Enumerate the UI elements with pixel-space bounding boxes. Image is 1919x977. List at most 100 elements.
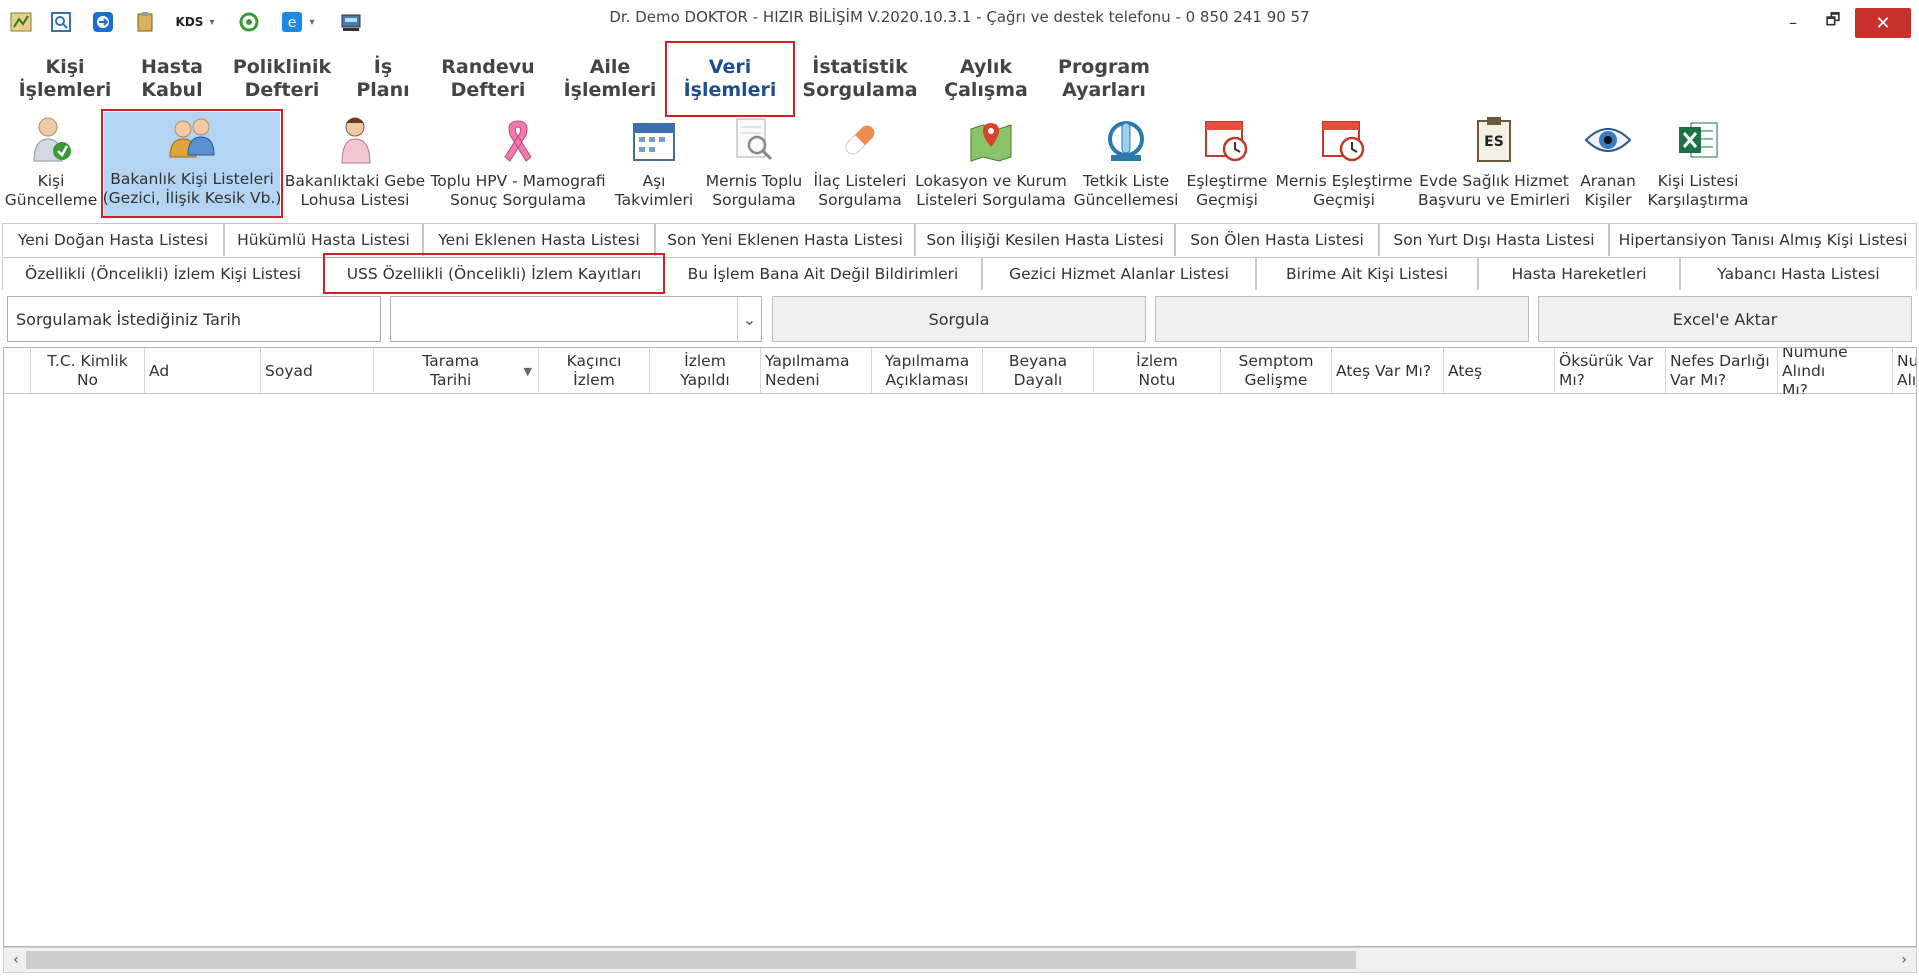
- scrollbar-thumb[interactable]: [26, 951, 1356, 969]
- column-header[interactable]: T.C. Kimlik No: [31, 348, 145, 394]
- data-grid[interactable]: T.C. Kimlik No Ad Soyad Tarama Tarihi ▼ K…: [3, 347, 1917, 947]
- horizontal-scrollbar[interactable]: ‹ ›: [3, 947, 1917, 973]
- menu-label: İstatistik: [812, 56, 908, 78]
- column-label: Mı?: [1782, 380, 1808, 395]
- tab-hukumlu-hasta-listesi[interactable]: Hükümlü Hasta Listesi: [224, 223, 423, 256]
- menu-kisi-islemleri[interactable]: Kişi İşlemleri: [18, 52, 112, 106]
- tab-son-yurt-disi-hasta-listesi[interactable]: Son Yurt Dışı Hasta Listesi: [1379, 223, 1609, 256]
- menu-label: Kişi: [45, 56, 85, 78]
- ribbon-mernis-eslestirme-gecmisi[interactable]: Mernis Eşleştirme Geçmişi: [1275, 114, 1413, 214]
- column-label: Yapılmama: [884, 352, 970, 370]
- column-label: Ateş Var Mı?: [1336, 361, 1432, 380]
- tab-bu-islem-bana-ait-degil[interactable]: Bu İşlem Bana Ait Değil Bildirimleri: [664, 257, 982, 290]
- column-label: Yapıldı: [680, 371, 730, 389]
- menu-is-plani[interactable]: İş Planı: [352, 52, 414, 106]
- tab-son-ilisigi-kesilen-hasta-listesi[interactable]: Son İlişiği Kesilen Hasta Listesi: [915, 223, 1175, 256]
- ribbon-bakanliktaki-gebe[interactable]: Bakanlıktaki Gebe Lohusa Listesi: [285, 114, 425, 214]
- column-header[interactable]: Ad: [145, 348, 261, 394]
- excel-icon: [1672, 114, 1724, 166]
- menu-label: Kabul: [141, 79, 203, 101]
- column-header[interactable]: Ateş: [1444, 348, 1555, 394]
- column-header[interactable]: Semptom Gelişme: [1221, 348, 1332, 394]
- menu-randevu-defteri[interactable]: Randevu Defteri: [436, 52, 540, 106]
- column-header-sorted[interactable]: Tarama Tarihi ▼: [374, 348, 539, 394]
- menu-aylik-calisma[interactable]: Aylık Çalışma: [938, 52, 1034, 106]
- tab-son-olen-hasta-listesi[interactable]: Son Ölen Hasta Listesi: [1175, 223, 1379, 256]
- ribbon-toplu-hpv[interactable]: Toplu HPV - Mamografi Sonuç Sorgulama: [430, 114, 606, 214]
- tab-son-yeni-eklenen-hasta-listesi[interactable]: Son Yeni Eklenen Hasta Listesi: [655, 223, 915, 256]
- es-label: ES: [1484, 134, 1504, 150]
- ribbon-evde-saglik[interactable]: ES Evde Sağlık Hizmet Başvuru ve Emirleri: [1418, 114, 1570, 214]
- ribbon-ilac-listeleri[interactable]: İlaç Listeleri Sorgulama: [814, 114, 907, 214]
- tab-uss-ozellikli-izlem-kayitlari[interactable]: USS Özellikli (Öncelikli) İzlem Kayıtlar…: [324, 257, 664, 290]
- column-header[interactable]: İzlem Notu: [1094, 348, 1221, 394]
- column-header[interactable]: Soyad: [261, 348, 374, 394]
- ribbon-bakanlik-kisi-listeleri[interactable]: Bakanlık Kişi Listeleri (Gezici, İlişik K…: [103, 112, 281, 216]
- ribbon-eslestirme-gecmisi[interactable]: Eşleştirme Geçmişi: [1186, 114, 1268, 214]
- ribbon-label: Kişi Listesi: [1657, 172, 1739, 190]
- column-label: Alın: [1897, 371, 1917, 389]
- column-label: İzlem: [1136, 352, 1178, 370]
- ribbon-asi-takvimleri[interactable]: Aşı Takvimleri: [614, 114, 694, 214]
- tab-ozellikli-izlem-kisi-listesi[interactable]: Özellikli (Öncelikli) İzlem Kişi Listesi: [2, 257, 324, 290]
- column-header[interactable]: İzlem Yapıldı: [650, 348, 761, 394]
- ribbon-label: Lokasyon ve Kurum: [915, 172, 1067, 190]
- menu-istatistik-sorgulama[interactable]: İstatistik Sorgulama: [800, 52, 920, 106]
- column-label: Beyana: [1008, 352, 1068, 370]
- ribbon-label: Güncelleme: [4, 191, 98, 209]
- tab-yabanci-hasta-listesi[interactable]: Yabancı Hasta Listesi: [1680, 257, 1917, 290]
- menu-hasta-kabul[interactable]: Hasta Kabul: [130, 52, 214, 106]
- calendar-clock-icon: [1201, 114, 1253, 166]
- tab-yeni-dogan-hasta-listesi[interactable]: Yeni Doğan Hasta Listesi: [2, 223, 224, 256]
- column-header[interactable]: Öksürük Var Mı?: [1555, 348, 1666, 394]
- calendar-clock-icon: [1318, 114, 1370, 166]
- menu-program-ayarlari[interactable]: Program Ayarları: [1052, 52, 1156, 106]
- date-select[interactable]: ⌄: [390, 296, 762, 342]
- column-label: Yapılmama: [765, 352, 850, 370]
- ribbon-aranan-kisiler[interactable]: Aranan Kişiler: [1576, 114, 1640, 214]
- column-label: Tarama: [422, 352, 480, 370]
- scroll-right-icon[interactable]: ›: [1894, 950, 1914, 970]
- query-button[interactable]: Sorgula: [772, 296, 1146, 342]
- restore-button[interactable]: 🗗: [1810, 6, 1856, 38]
- chevron-down-icon[interactable]: ⌄: [737, 297, 761, 341]
- tab-hasta-hareketleri[interactable]: Hasta Hareketleri: [1478, 257, 1680, 290]
- column-header[interactable]: Numune Alındı Mı?: [1778, 348, 1893, 394]
- column-header[interactable]: Beyana Dayalı: [983, 348, 1094, 394]
- menu-poliklinik-defteri[interactable]: Poliklinik Defteri: [232, 52, 332, 106]
- column-header[interactable]: Ateş Var Mı?: [1332, 348, 1444, 394]
- menu-label: Randevu: [441, 56, 535, 78]
- tab-hipertansiyon-tanisi[interactable]: Hipertansiyon Tanısı Almış Kişi Listesi: [1609, 223, 1917, 256]
- tab-gezici-hizmet-alanlar[interactable]: Gezici Hizmet Alanlar Listesi: [982, 257, 1256, 290]
- column-header[interactable]: Nefes Darlığı Var Mı?: [1666, 348, 1778, 394]
- menu-label: İş: [373, 56, 393, 78]
- document-search-icon: [728, 114, 780, 166]
- column-header[interactable]: Yapılmama Açıklaması: [872, 348, 983, 394]
- tab-yeni-eklenen-hasta-listesi[interactable]: Yeni Eklenen Hasta Listesi: [423, 223, 655, 256]
- ribbon-mernis-toplu-sorgulama[interactable]: Mernis Toplu Sorgulama: [704, 114, 804, 214]
- menu-aile-islemleri[interactable]: Aile İşlemleri: [562, 52, 658, 106]
- column-label: Açıklaması: [885, 371, 969, 389]
- scroll-left-icon[interactable]: ‹: [6, 950, 26, 970]
- column-label: Ad: [149, 361, 170, 380]
- tab-row-2: Özellikli (Öncelikli) İzlem Kişi Listesi…: [2, 257, 1917, 290]
- excel-export-button[interactable]: Excel'e Aktar: [1538, 296, 1912, 342]
- menu-label: İşlemleri: [683, 79, 777, 101]
- person-update-icon: [25, 114, 77, 166]
- menu-label: Çalışma: [944, 79, 1028, 101]
- column-header[interactable]: NuAlın: [1893, 348, 1917, 394]
- column-label: Kaçıncı: [566, 352, 622, 370]
- column-header[interactable]: Kaçıncı İzlem: [539, 348, 650, 394]
- column-label: Notu: [1138, 371, 1176, 389]
- ribbon-kisi-listesi-karsilastirma[interactable]: Kişi Listesi Karşılaştırma: [1647, 114, 1749, 214]
- ribbon-tetkik-liste[interactable]: Tetkik Liste Güncellemesi: [1074, 114, 1178, 214]
- column-label: Nu: [1897, 352, 1917, 370]
- column-header[interactable]: Yapılmama Nedeni: [761, 348, 872, 394]
- ribbon-kisi-guncelleme[interactable]: Kişi Güncelleme: [4, 114, 98, 214]
- ribbon-lokasyon-kurum[interactable]: Lokasyon ve Kurum Listeleri Sorgulama: [915, 114, 1067, 214]
- tab-birime-ait-kisi-listesi[interactable]: Birime Ait Kişi Listesi: [1256, 257, 1478, 290]
- column-label: Numune Alındı: [1782, 348, 1848, 380]
- close-button[interactable]: ✕: [1855, 8, 1911, 38]
- column-label: İzlem: [573, 371, 615, 389]
- menu-veri-islemleri[interactable]: Veri İşlemleri: [680, 52, 780, 106]
